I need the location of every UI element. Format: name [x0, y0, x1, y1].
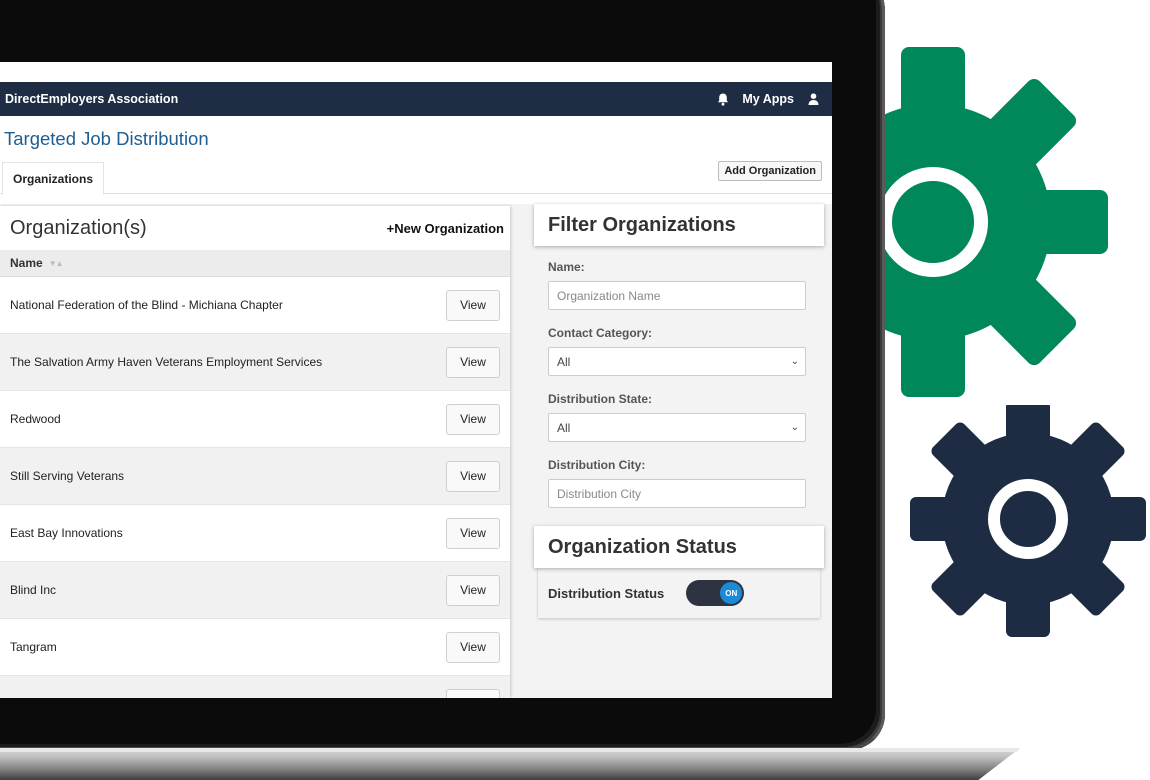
organizations-panel: Organization(s) +New Organization Name ▼… [0, 206, 510, 698]
brand-name[interactable]: DirectEmployers Association [5, 92, 716, 106]
bell-icon[interactable] [716, 92, 730, 106]
sort-icon[interactable]: ▼▲ [49, 259, 64, 268]
organization-name: Still Serving Veterans [10, 469, 125, 483]
name-label: Name: [548, 260, 585, 274]
table-row: Blind Inc View [0, 562, 510, 619]
name-column-header[interactable]: Name ▼▲ [0, 250, 510, 277]
browser-top-strip [0, 62, 832, 82]
view-button[interactable]: View [446, 460, 500, 492]
view-button[interactable]: View [446, 631, 500, 663]
organization-status-title: Organization Status [534, 526, 824, 568]
filter-form: Name: Organization Name Contact Category… [538, 246, 820, 526]
name-column-label: Name [10, 256, 43, 270]
toggle-knob: ON [720, 582, 743, 604]
filter-title: Filter Organizations [534, 204, 824, 246]
view-button[interactable]: View [446, 346, 500, 378]
organization-name: Redwood [10, 412, 61, 426]
green-gear-icon [858, 47, 1108, 397]
table-row: The Salvation Army Haven Veterans Employ… [0, 334, 510, 391]
table-row: National Federation of the Blind - Michi… [0, 277, 510, 334]
distribution-city-input[interactable]: Distribution City [548, 479, 806, 508]
distribution-state-label: Distribution State: [548, 392, 652, 406]
stage: DirectEmployers Association My Apps Targ… [0, 0, 1150, 780]
view-button[interactable]: View [446, 289, 500, 321]
add-organization-button[interactable]: Add Organization [718, 161, 822, 181]
view-button[interactable] [446, 688, 500, 698]
view-button[interactable]: View [446, 574, 500, 606]
table-row [0, 676, 510, 698]
chevron-down-icon: ⌄ [790, 422, 799, 433]
contact-category-label: Contact Category: [548, 326, 653, 340]
organization-status-panel: Distribution Status ON [538, 568, 820, 618]
distribution-state-value: All [557, 420, 571, 435]
tab-organizations[interactable]: Organizations [2, 162, 105, 195]
organization-name: The Salvation Army Haven Veterans Employ… [10, 355, 323, 369]
organizations-header: Organization(s) +New Organization [0, 206, 510, 250]
distribution-status-toggle[interactable]: ON [686, 580, 745, 606]
distribution-status-label: Distribution Status [548, 585, 665, 601]
table-row: Still Serving Veterans View [0, 448, 510, 505]
app-navbar: DirectEmployers Association My Apps [0, 82, 832, 116]
organization-name: National Federation of the Blind - Michi… [10, 298, 283, 312]
organization-name: Blind Inc [10, 583, 57, 597]
my-apps-link[interactable]: My Apps [742, 92, 794, 106]
contact-category-select[interactable]: All ⌄ [548, 347, 806, 376]
filter-column: Filter Organizations Name: Organization … [534, 204, 824, 618]
distribution-state-select[interactable]: All ⌄ [548, 413, 806, 442]
table-row: Redwood View [0, 391, 510, 448]
chevron-down-icon: ⌄ [790, 356, 799, 367]
organizations-title: Organization(s) [10, 216, 147, 239]
user-icon[interactable] [806, 92, 820, 106]
navbar-right: My Apps [716, 92, 820, 106]
main-content: Organization(s) +New Organization Name ▼… [0, 204, 832, 698]
view-button[interactable]: View [446, 403, 500, 435]
organization-name-input[interactable]: Organization Name [548, 281, 806, 310]
distribution-city-label: Distribution City: [548, 458, 646, 472]
organization-name: East Bay Innovations [10, 526, 123, 540]
organization-name: Tangram [10, 640, 57, 654]
view-button[interactable]: View [446, 517, 500, 549]
contact-category-value: All [557, 354, 571, 369]
tabs-row: Organizations Add Organization [0, 160, 832, 195]
table-row: East Bay Innovations View [0, 505, 510, 562]
table-row: Tangram View [0, 619, 510, 676]
navy-gear-icon [910, 405, 1146, 637]
new-organization-link[interactable]: +New Organization [387, 221, 504, 236]
page-title: Targeted Job Distribution [4, 128, 209, 149]
laptop-base [0, 748, 1020, 780]
laptop-screen: DirectEmployers Association My Apps Targ… [0, 62, 832, 698]
laptop-base-lip [0, 748, 1020, 752]
